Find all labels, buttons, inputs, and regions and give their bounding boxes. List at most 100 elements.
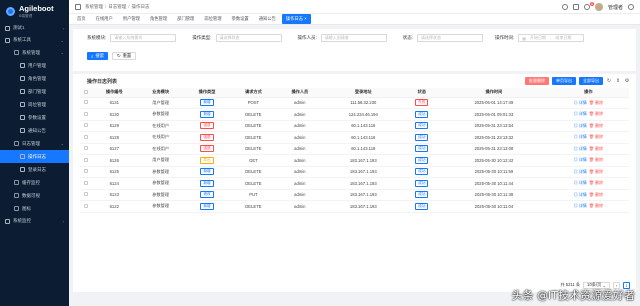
tab[interactable]: 部门管理 — [173, 14, 198, 24]
tab[interactable]: 角色管理 — [146, 14, 171, 24]
column-header: 业务模块 — [137, 88, 184, 98]
detail-link[interactable]: ◎ 详情 — [574, 157, 587, 162]
table-row: 6128 在线用户 强退 DELETE admin 60.1.143.116 成功 2025-… — [80, 131, 629, 144]
sidebar-item[interactable]: 数据可视 — [0, 189, 69, 202]
density-icon[interactable]: ⇕ — [615, 78, 621, 84]
menu-icon — [5, 25, 10, 31]
settings-icon[interactable]: ⚙ — [624, 78, 630, 84]
tab[interactable]: 通知公告 — [255, 14, 280, 24]
detail-link[interactable]: ◎ 详情 — [574, 123, 587, 128]
breadcrumb-item[interactable]: 日志管理 — [108, 4, 126, 10]
detail-link[interactable]: ◎ 详情 — [574, 180, 587, 185]
sidebar-item[interactable]: 测试1 › — [0, 22, 69, 34]
detail-link[interactable]: ◎ 详情 — [574, 100, 587, 105]
delete-link[interactable]: 🗑 删除 — [589, 192, 603, 197]
delete-link[interactable]: 🗑 删除 — [589, 134, 603, 139]
reset-button[interactable]: ↻ 重置 — [112, 52, 137, 60]
detail-link[interactable]: ◎ 详情 — [574, 134, 587, 139]
row-checkbox[interactable] — [80, 154, 92, 167]
bell-icon[interactable]: 6 — [583, 2, 594, 10]
cell-time: 2025-05-31 23:13:08 — [440, 143, 548, 155]
sidebar-item[interactable]: 系统工具 ⌄ — [0, 34, 69, 46]
detail-link[interactable]: ◎ 详情 — [574, 203, 587, 208]
sidebar-item-label: 用户管理 — [28, 62, 46, 68]
export-all-button[interactable]: 全部导出 — [579, 77, 603, 85]
search-icon[interactable] — [561, 4, 568, 10]
operator-input[interactable]: 请输入创建者 — [320, 34, 387, 42]
date-range-picker[interactable]: ▦ 开始日期 - 结束日期 — [518, 34, 585, 42]
column-header: 请求方式 — [230, 88, 277, 98]
row-checkbox[interactable] — [80, 120, 92, 132]
menu-fold-icon[interactable] — [75, 3, 81, 10]
sidebar-item[interactable]: 日志管理 ⌄ — [0, 137, 69, 150]
sidebar-item[interactable]: 操作日志 — [0, 150, 69, 163]
user-name[interactable]: 管理者 — [608, 4, 623, 11]
module-input[interactable]: 请输入系统模块 — [110, 34, 177, 42]
gear-icon[interactable] — [628, 4, 634, 10]
type-select[interactable]: 请选择状态 — [215, 34, 282, 42]
delete-link[interactable]: 🗑 删除 — [589, 169, 603, 174]
sidebar: Agileboot B端管理 测试1 › 系统工具 ⌄ 系统管理 ⌄ 用户管理角色管理 部门管… — [0, 0, 69, 306]
detail-link[interactable]: ◎ 详情 — [574, 146, 587, 151]
row-checkbox[interactable] — [80, 131, 92, 144]
cell-user: admin — [276, 143, 324, 155]
table-row: 6130 参数管理 新增 DELETE admin 124.224.46.194 成功 202… — [80, 108, 629, 121]
row-checkbox[interactable] — [80, 177, 92, 190]
row-checkbox[interactable] — [80, 166, 92, 178]
row-checkbox[interactable] — [80, 143, 92, 155]
tab[interactable]: 首页 — [73, 14, 90, 24]
row-checkbox[interactable] — [80, 200, 92, 213]
refresh-icon[interactable]: ↻ — [606, 78, 612, 84]
tab[interactable]: 参数设置 — [228, 14, 253, 24]
delete-link[interactable]: 🗑 删除 — [589, 180, 603, 185]
detail-link[interactable]: ◎ 详情 — [574, 111, 587, 116]
detail-link[interactable]: ◎ 详情 — [574, 169, 587, 174]
breadcrumb-item[interactable]: 系统管理 — [85, 4, 103, 10]
search-button[interactable]: ⌕ 搜索 — [87, 52, 108, 60]
sidebar-item[interactable]: 缓存监控 — [0, 176, 69, 189]
cell-method: DELETE — [230, 200, 277, 213]
cell-ops: ◎ 详情 🗑 删除 — [547, 154, 629, 167]
sidebar-item-label: 系统监控 — [13, 218, 31, 223]
sidebar-item[interactable]: 通知公告 — [0, 124, 69, 137]
sidebar-item[interactable]: 系统管理 ⌄ — [0, 46, 69, 59]
sidebar-item[interactable]: 登录日志 — [0, 163, 69, 176]
row-checkbox[interactable] — [80, 189, 92, 201]
cell-status: 成功 — [403, 154, 441, 167]
delete-link[interactable]: 🗑 删除 — [589, 123, 603, 128]
row-checkbox[interactable] — [80, 97, 92, 109]
detail-link[interactable]: ◎ 详情 — [574, 192, 587, 197]
logo-icon — [6, 6, 15, 16]
tab[interactable]: 用户管理 — [119, 14, 144, 24]
cell-user: admin — [276, 200, 324, 213]
tab[interactable]: 操作日志 × — [281, 14, 311, 24]
sidebar-item[interactable]: 系统监控 › — [0, 215, 69, 227]
status-select[interactable]: 请选择状态 — [417, 34, 484, 42]
delete-link[interactable]: 🗑 删除 — [589, 157, 603, 162]
sidebar-item[interactable]: 角色管理 — [0, 72, 69, 85]
sidebar-item[interactable]: 参数设置 — [0, 111, 69, 124]
sidebar-item[interactable]: 图标 — [0, 202, 69, 215]
chevron-icon: ⌄ — [60, 141, 64, 146]
type-tag: 修改 — [200, 191, 214, 199]
delete-link[interactable]: 🗑 删除 — [589, 203, 603, 208]
batch-delete-button[interactable]: 批量删除 — [525, 77, 549, 85]
row-checkbox[interactable] — [80, 108, 92, 121]
delete-link[interactable]: 🗑 删除 — [589, 111, 603, 116]
cell-user: admin — [276, 154, 324, 167]
select-all-checkbox[interactable] — [80, 88, 92, 98]
delete-link[interactable]: 🗑 删除 — [589, 146, 603, 151]
sidebar-item[interactable]: 用户管理 — [0, 59, 69, 72]
cell-user: admin — [276, 108, 324, 121]
cell-method: DELETE — [230, 131, 277, 144]
tab[interactable]: 在线用户 — [92, 14, 117, 24]
delete-link[interactable]: 🗑 删除 — [589, 100, 603, 105]
sidebar-item[interactable]: 部门管理 — [0, 85, 69, 98]
export-page-button[interactable]: 单页导出 — [552, 77, 576, 85]
avatar[interactable] — [594, 3, 603, 11]
fullscreen-icon[interactable] — [572, 4, 579, 10]
logo[interactable]: Agileboot B端管理 — [0, 0, 69, 22]
sidebar-item[interactable]: 岗位管理 — [0, 98, 69, 111]
cell-id: 6122 — [91, 200, 138, 213]
tab[interactable]: 岗位管理 — [200, 14, 225, 24]
